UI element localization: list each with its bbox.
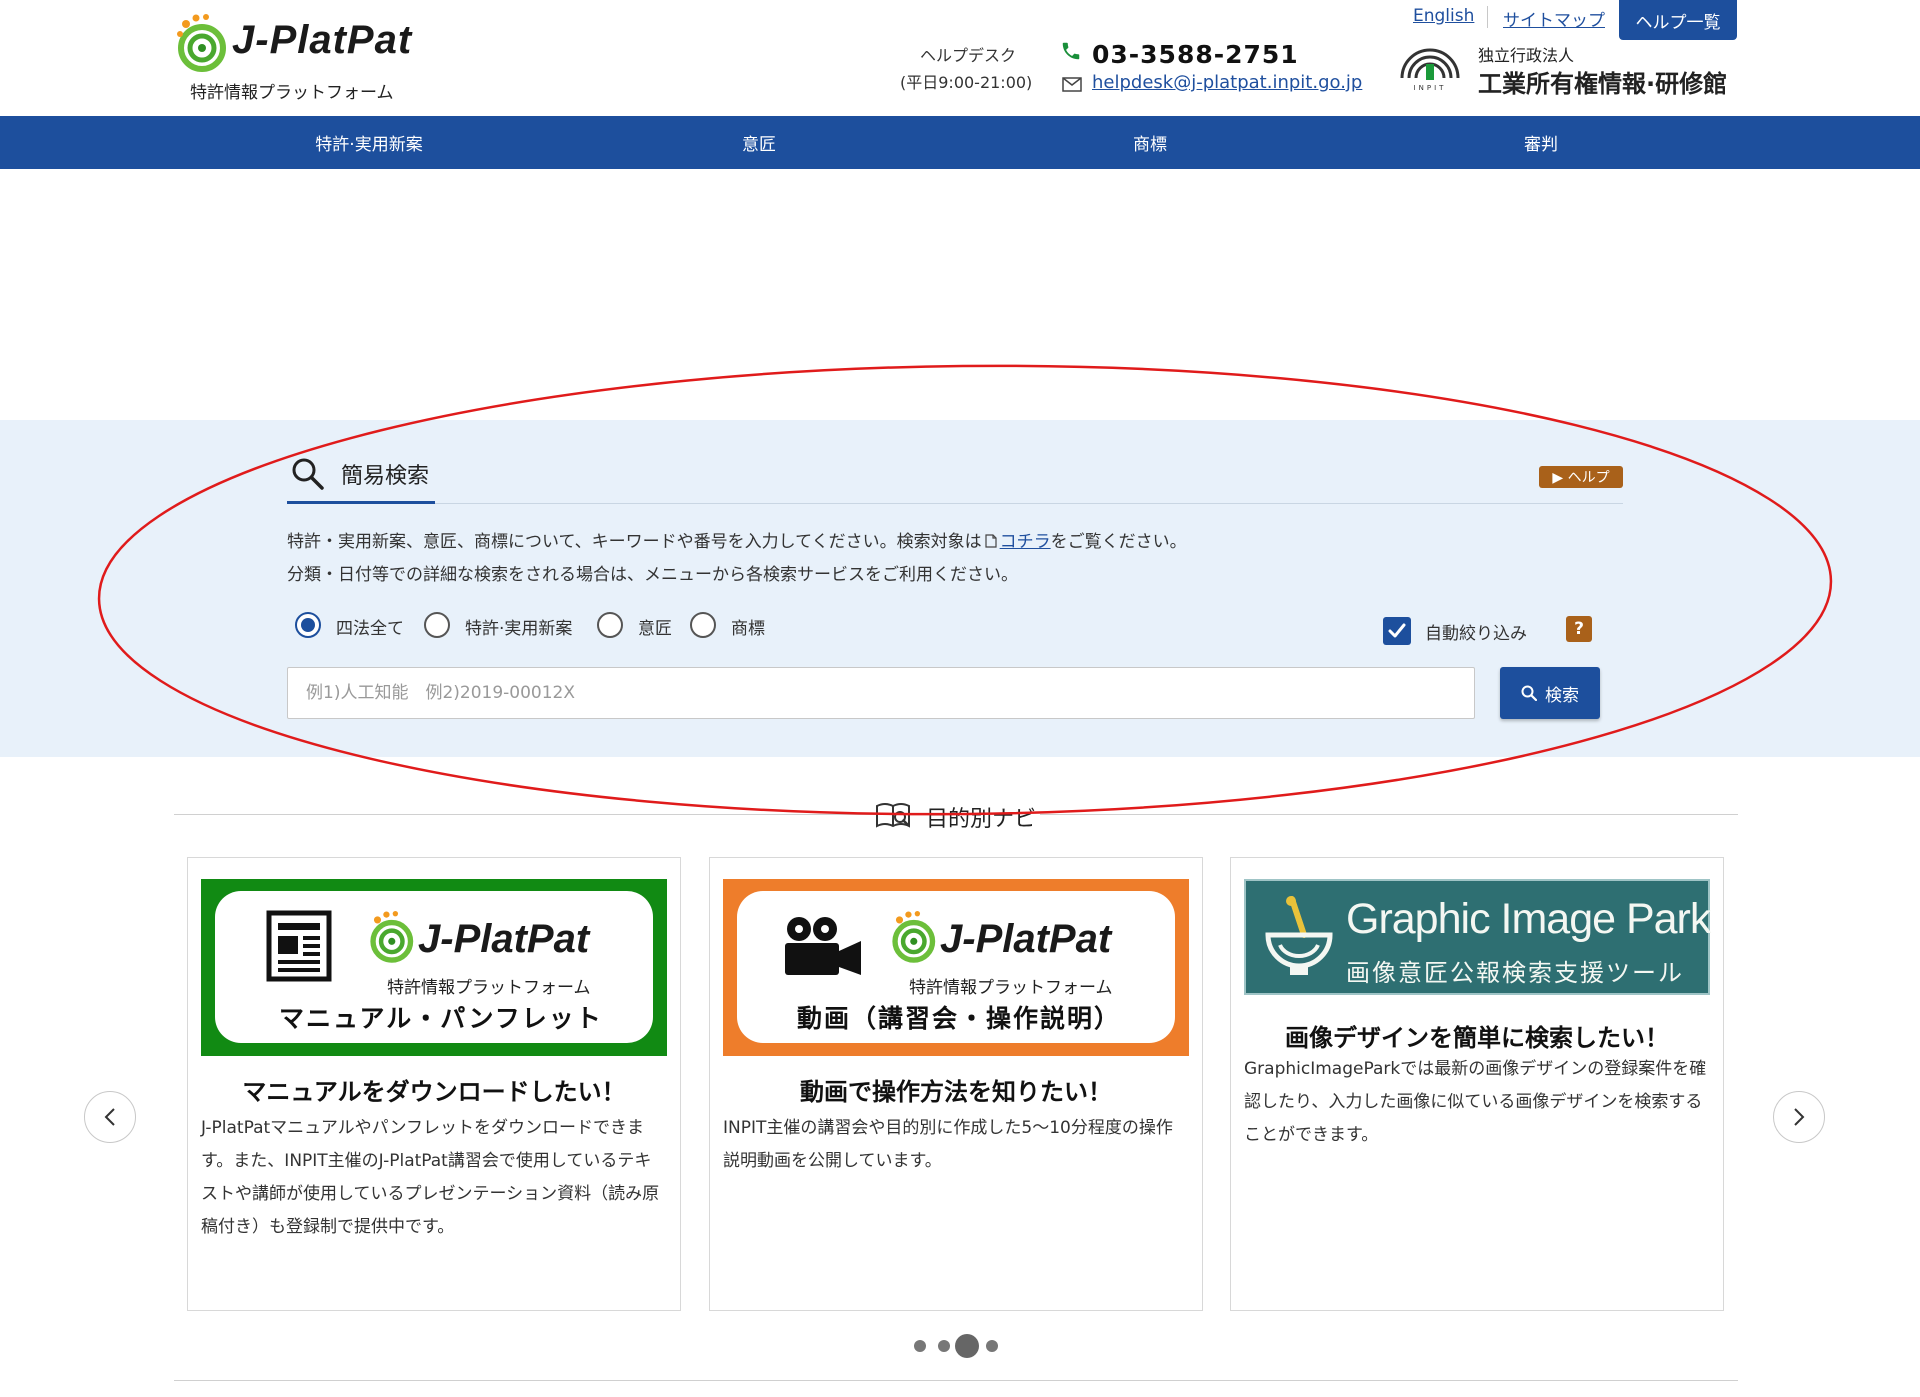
carousel-dot-1[interactable] bbox=[914, 1340, 926, 1352]
carousel-prev-button[interactable] bbox=[84, 1091, 136, 1143]
english-link[interactable]: English bbox=[1413, 6, 1474, 26]
navi-title: 目的別ナビ bbox=[922, 801, 1041, 833]
book-search-icon bbox=[876, 803, 910, 828]
sitemap-link[interactable]: サイトマップ bbox=[1503, 6, 1605, 31]
nav-item-trademark[interactable]: 商標 bbox=[955, 116, 1345, 169]
description-text-end: をご覧ください。 bbox=[1050, 532, 1187, 552]
document-icon bbox=[266, 910, 332, 982]
simple-search-button-label: 検索 bbox=[1545, 685, 1579, 706]
video-card-text: INPIT主催の講習会や目的別に作成した5～10分程度の操作説明動画を公開してい… bbox=[723, 1118, 1173, 1171]
movie-camera-icon bbox=[785, 917, 861, 975]
nav-item-patent[interactable]: 特許·実用新案 bbox=[174, 116, 564, 169]
video-banner-inner: J-PlatPat 特許情報プラットフォーム 動画（講習会・操作説明） bbox=[737, 891, 1175, 1043]
phone-icon bbox=[1062, 42, 1080, 60]
simple-search-description-2: 分類・日付等での詳細な検索をされる場合は、メニューから各検索サービスをご利用くだ… bbox=[287, 565, 1018, 585]
logo-subtitle: 特許情報プラットフォーム bbox=[190, 83, 394, 103]
auto-filter-label[interactable]: 自動絞り込み bbox=[1425, 619, 1527, 644]
org-type-label: 独立行政法人 bbox=[1478, 46, 1575, 65]
simple-search-title: 簡易検索 bbox=[341, 464, 430, 489]
manual-banner[interactable]: J-PlatPat 特許情報プラットフォーム マニュアル・パンフレット bbox=[201, 879, 667, 1056]
radio-trademark[interactable] bbox=[690, 612, 716, 638]
helpdesk-label: ヘルプデスク bbox=[920, 46, 1017, 65]
auto-filter-help-button[interactable]: ? bbox=[1566, 616, 1592, 642]
jplatpat-logo-icon bbox=[370, 911, 414, 963]
jplatpat-logo-icon bbox=[892, 911, 936, 963]
manual-card-text: J-PlatPatマニュアルやパンフレットをダウンロードできます。また、INPI… bbox=[201, 1118, 660, 1237]
chevron-right-icon bbox=[1794, 1108, 1805, 1126]
radio-all-four[interactable] bbox=[295, 612, 321, 638]
nav-item-trial[interactable]: 審判 bbox=[1346, 116, 1736, 169]
radio-design-label[interactable]: 意匠 bbox=[638, 614, 672, 639]
video-card-title[interactable]: 動画で操作方法を知りたい！ bbox=[709, 1072, 1203, 1107]
video-banner[interactable]: J-PlatPat 特許情報プラットフォーム 動画（講習会・操作説明） bbox=[723, 879, 1189, 1056]
checkmark-icon bbox=[1388, 623, 1406, 638]
manual-card-title[interactable]: マニュアルをダウンロードしたい！ bbox=[187, 1072, 681, 1107]
carousel-dot-4[interactable] bbox=[986, 1340, 998, 1352]
graphic-image-park-card-title[interactable]: 画像デザインを簡単に検索したい！ bbox=[1230, 1018, 1724, 1053]
radio-design[interactable] bbox=[597, 612, 623, 638]
carousel-dot-3[interactable] bbox=[955, 1334, 979, 1358]
radio-trademark-label[interactable]: 商標 bbox=[731, 614, 765, 639]
manual-banner-subtitle: 特許情報プラットフォーム bbox=[387, 978, 591, 998]
auto-filter-checkbox[interactable] bbox=[1383, 617, 1411, 645]
simple-search-description-1: 特許・実用新案、意匠、商標について、キーワードや番号を入力してください。検索対象… bbox=[287, 527, 1187, 552]
document-icon bbox=[985, 534, 997, 548]
graphic-image-park-title: Graphic Image Park bbox=[1346, 895, 1711, 943]
nav-item-design[interactable]: 意匠 bbox=[564, 116, 954, 169]
chevron-left-icon bbox=[104, 1108, 115, 1126]
top-links-divider bbox=[1487, 6, 1488, 28]
inpit-logo-icon[interactable]: INPIT bbox=[1396, 40, 1464, 92]
radio-patent-label[interactable]: 特許·実用新案 bbox=[465, 614, 572, 639]
carousel-dot-2[interactable] bbox=[938, 1340, 950, 1352]
inpit-mark-label: INPIT bbox=[1414, 84, 1447, 92]
logo-wordmark[interactable]: J-PlatPat bbox=[232, 18, 412, 63]
graphic-image-park-subtitle: 画像意匠公報検索支援ツール bbox=[1346, 959, 1684, 987]
mortar-pestle-icon bbox=[1265, 896, 1333, 975]
manual-banner-inner: J-PlatPat 特許情報プラットフォーム マニュアル・パンフレット bbox=[215, 891, 653, 1043]
helpdesk-hours: (平日9:00-21:00) bbox=[900, 73, 1033, 92]
radio-all-four-label[interactable]: 四法全て bbox=[336, 614, 404, 639]
radio-patent[interactable] bbox=[424, 612, 450, 638]
simple-search-tab-underline bbox=[287, 501, 435, 504]
jplatpat-logo-icon[interactable] bbox=[172, 12, 228, 72]
search-icon bbox=[292, 458, 324, 490]
search-icon bbox=[1521, 685, 1537, 701]
help-list-button[interactable]: ヘルプ一覧 bbox=[1619, 0, 1737, 40]
simple-search-help-button[interactable]: ▶ ヘルプ bbox=[1539, 466, 1623, 488]
mail-icon bbox=[1062, 77, 1082, 92]
graphic-image-park-banner[interactable]: Graphic Image Park 画像意匠公報検索支援ツール bbox=[1244, 879, 1711, 995]
simple-search-divider bbox=[287, 503, 1623, 504]
helpdesk-phone: 03-3588-2751 bbox=[1092, 40, 1299, 69]
video-banner-caption: 動画（講習会・操作説明） bbox=[797, 1004, 1122, 1033]
carousel-next-button[interactable] bbox=[1773, 1091, 1825, 1143]
bottom-divider bbox=[174, 1380, 1738, 1381]
video-banner-logo: J-PlatPat bbox=[940, 917, 1112, 961]
org-name[interactable]: 工業所有権情報·研修館 bbox=[1478, 64, 1727, 99]
manual-banner-caption: マニュアル・パンフレット bbox=[279, 1004, 603, 1033]
search-target-link[interactable]: コチラ bbox=[1000, 532, 1051, 552]
description-text: 特許・実用新案、意匠、商標について、キーワードや番号を入力してください。検索対象… bbox=[287, 532, 982, 552]
simple-search-button[interactable]: 検索 bbox=[1500, 667, 1600, 719]
simple-search-input[interactable] bbox=[287, 667, 1475, 719]
graphic-image-park-card-text: GraphicImageParkでは最新の画像デザインの登録案件を確認したり、入… bbox=[1244, 1059, 1707, 1145]
video-banner-subtitle: 特許情報プラットフォーム bbox=[909, 978, 1113, 998]
manual-banner-logo: J-PlatPat bbox=[418, 917, 590, 961]
helpdesk-email-link[interactable]: helpdesk@j-platpat.inpit.go.jp bbox=[1092, 72, 1362, 93]
